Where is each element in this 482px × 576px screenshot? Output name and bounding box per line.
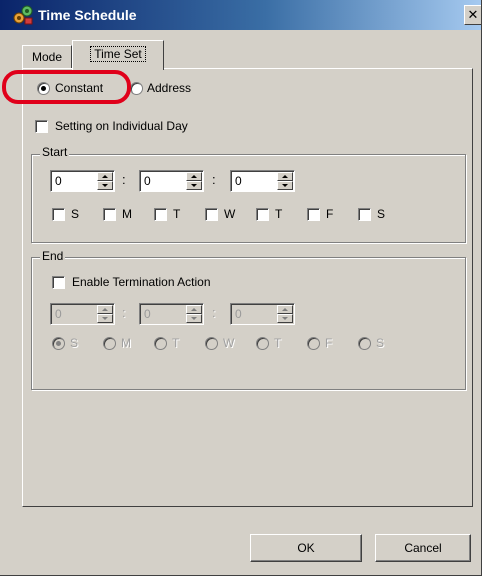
start-group [31,154,466,243]
end-minute-down-arrow-icon[interactable] [186,314,202,323]
start-day-label: W [224,207,236,221]
start-minute-spinner[interactable]: 0 [139,170,204,192]
end-hour-down-arrow-icon[interactable] [97,314,113,323]
start-day-checkbox-sat[interactable] [358,208,371,221]
end-second-down-arrow-icon[interactable] [277,314,293,323]
start-day-checkbox-fri[interactable] [307,208,320,221]
time-schedule-window: Time Schedule ✕ Mode Time Set Constant A… [0,0,482,576]
end-group-legend: End [40,249,66,263]
start-colon: : [212,172,216,187]
start-second-value: 0 [235,174,242,188]
end-day-radio-wed[interactable] [205,337,218,350]
end-minute-value: 0 [144,307,151,321]
enable-termination-checkbox[interactable] [52,276,65,289]
start-colon: : [122,172,126,187]
end-hour-value: 0 [55,307,62,321]
address-radio-label: Address [147,81,192,95]
ok-button[interactable]: OK [250,534,362,562]
start-second-up-arrow-icon[interactable] [277,172,293,181]
time-schedule-app-icon [13,5,33,25]
start-day-label: S [71,207,80,221]
end-second-value: 0 [235,307,242,321]
start-minute-down-arrow-icon[interactable] [186,181,202,190]
close-button[interactable]: ✕ [464,5,481,25]
window-title: Time Schedule [38,7,137,23]
start-hour-value: 0 [55,174,62,188]
end-day-radio-mon[interactable] [103,337,116,350]
start-second-spinner[interactable]: 0 [230,170,295,192]
start-hour-down-arrow-icon[interactable] [97,181,113,190]
cancel-button[interactable]: Cancel [375,534,471,562]
start-day-checkbox-thu[interactable] [256,208,269,221]
tab-time-set-label: Time Set [90,46,146,62]
start-second-down-arrow-icon[interactable] [277,181,293,190]
end-hour-up-arrow-icon[interactable] [97,305,113,314]
end-second-spinner[interactable]: 0 [230,303,295,325]
end-day-label: F [325,336,333,350]
constant-highlight-ring [2,70,131,104]
address-radio[interactable] [130,82,143,95]
end-day-label: S [70,336,79,350]
start-hour-up-arrow-icon[interactable] [97,172,113,181]
start-day-checkbox-sun[interactable] [52,208,65,221]
end-day-label: M [121,336,131,350]
individual-day-checkbox[interactable] [35,120,48,133]
start-day-label: S [377,207,386,221]
start-day-checkbox-wed[interactable] [205,208,218,221]
start-group-legend: Start [40,145,70,159]
end-hour-spinner[interactable]: 0 [50,303,115,325]
end-day-label: T [172,336,180,350]
start-day-label: T [173,207,181,221]
tab-mode[interactable]: Mode [22,45,72,69]
start-day-label: M [122,207,132,221]
end-day-label: T [274,336,282,350]
start-day-checkbox-tue[interactable] [154,208,167,221]
title-bar: Time Schedule ✕ [0,0,481,30]
tab-time-set[interactable]: Time Set [72,40,164,70]
end-colon: : [122,305,126,320]
start-day-checkbox-mon[interactable] [103,208,116,221]
end-minute-spinner[interactable]: 0 [139,303,204,325]
individual-day-label: Setting on Individual Day [55,119,188,133]
start-hour-spinner[interactable]: 0 [50,170,115,192]
ok-button-label: OK [297,541,315,555]
enable-termination-label: Enable Termination Action [72,275,211,289]
end-day-radio-thu[interactable] [256,337,269,350]
end-day-radio-sun[interactable] [52,337,65,350]
end-day-radio-tue[interactable] [154,337,167,350]
cancel-button-label: Cancel [404,541,442,555]
start-day-label: T [275,207,283,221]
start-minute-up-arrow-icon[interactable] [186,172,202,181]
end-day-radio-sat[interactable] [358,337,371,350]
end-second-up-arrow-icon[interactable] [277,305,293,314]
start-minute-value: 0 [144,174,151,188]
end-minute-up-arrow-icon[interactable] [186,305,202,314]
close-icon: ✕ [467,7,479,22]
start-day-label: F [326,207,334,221]
end-colon: : [212,305,216,320]
end-day-label: W [223,336,235,350]
end-day-radio-fri[interactable] [307,337,320,350]
tab-mode-label: Mode [31,50,63,64]
end-day-label: S [376,336,385,350]
